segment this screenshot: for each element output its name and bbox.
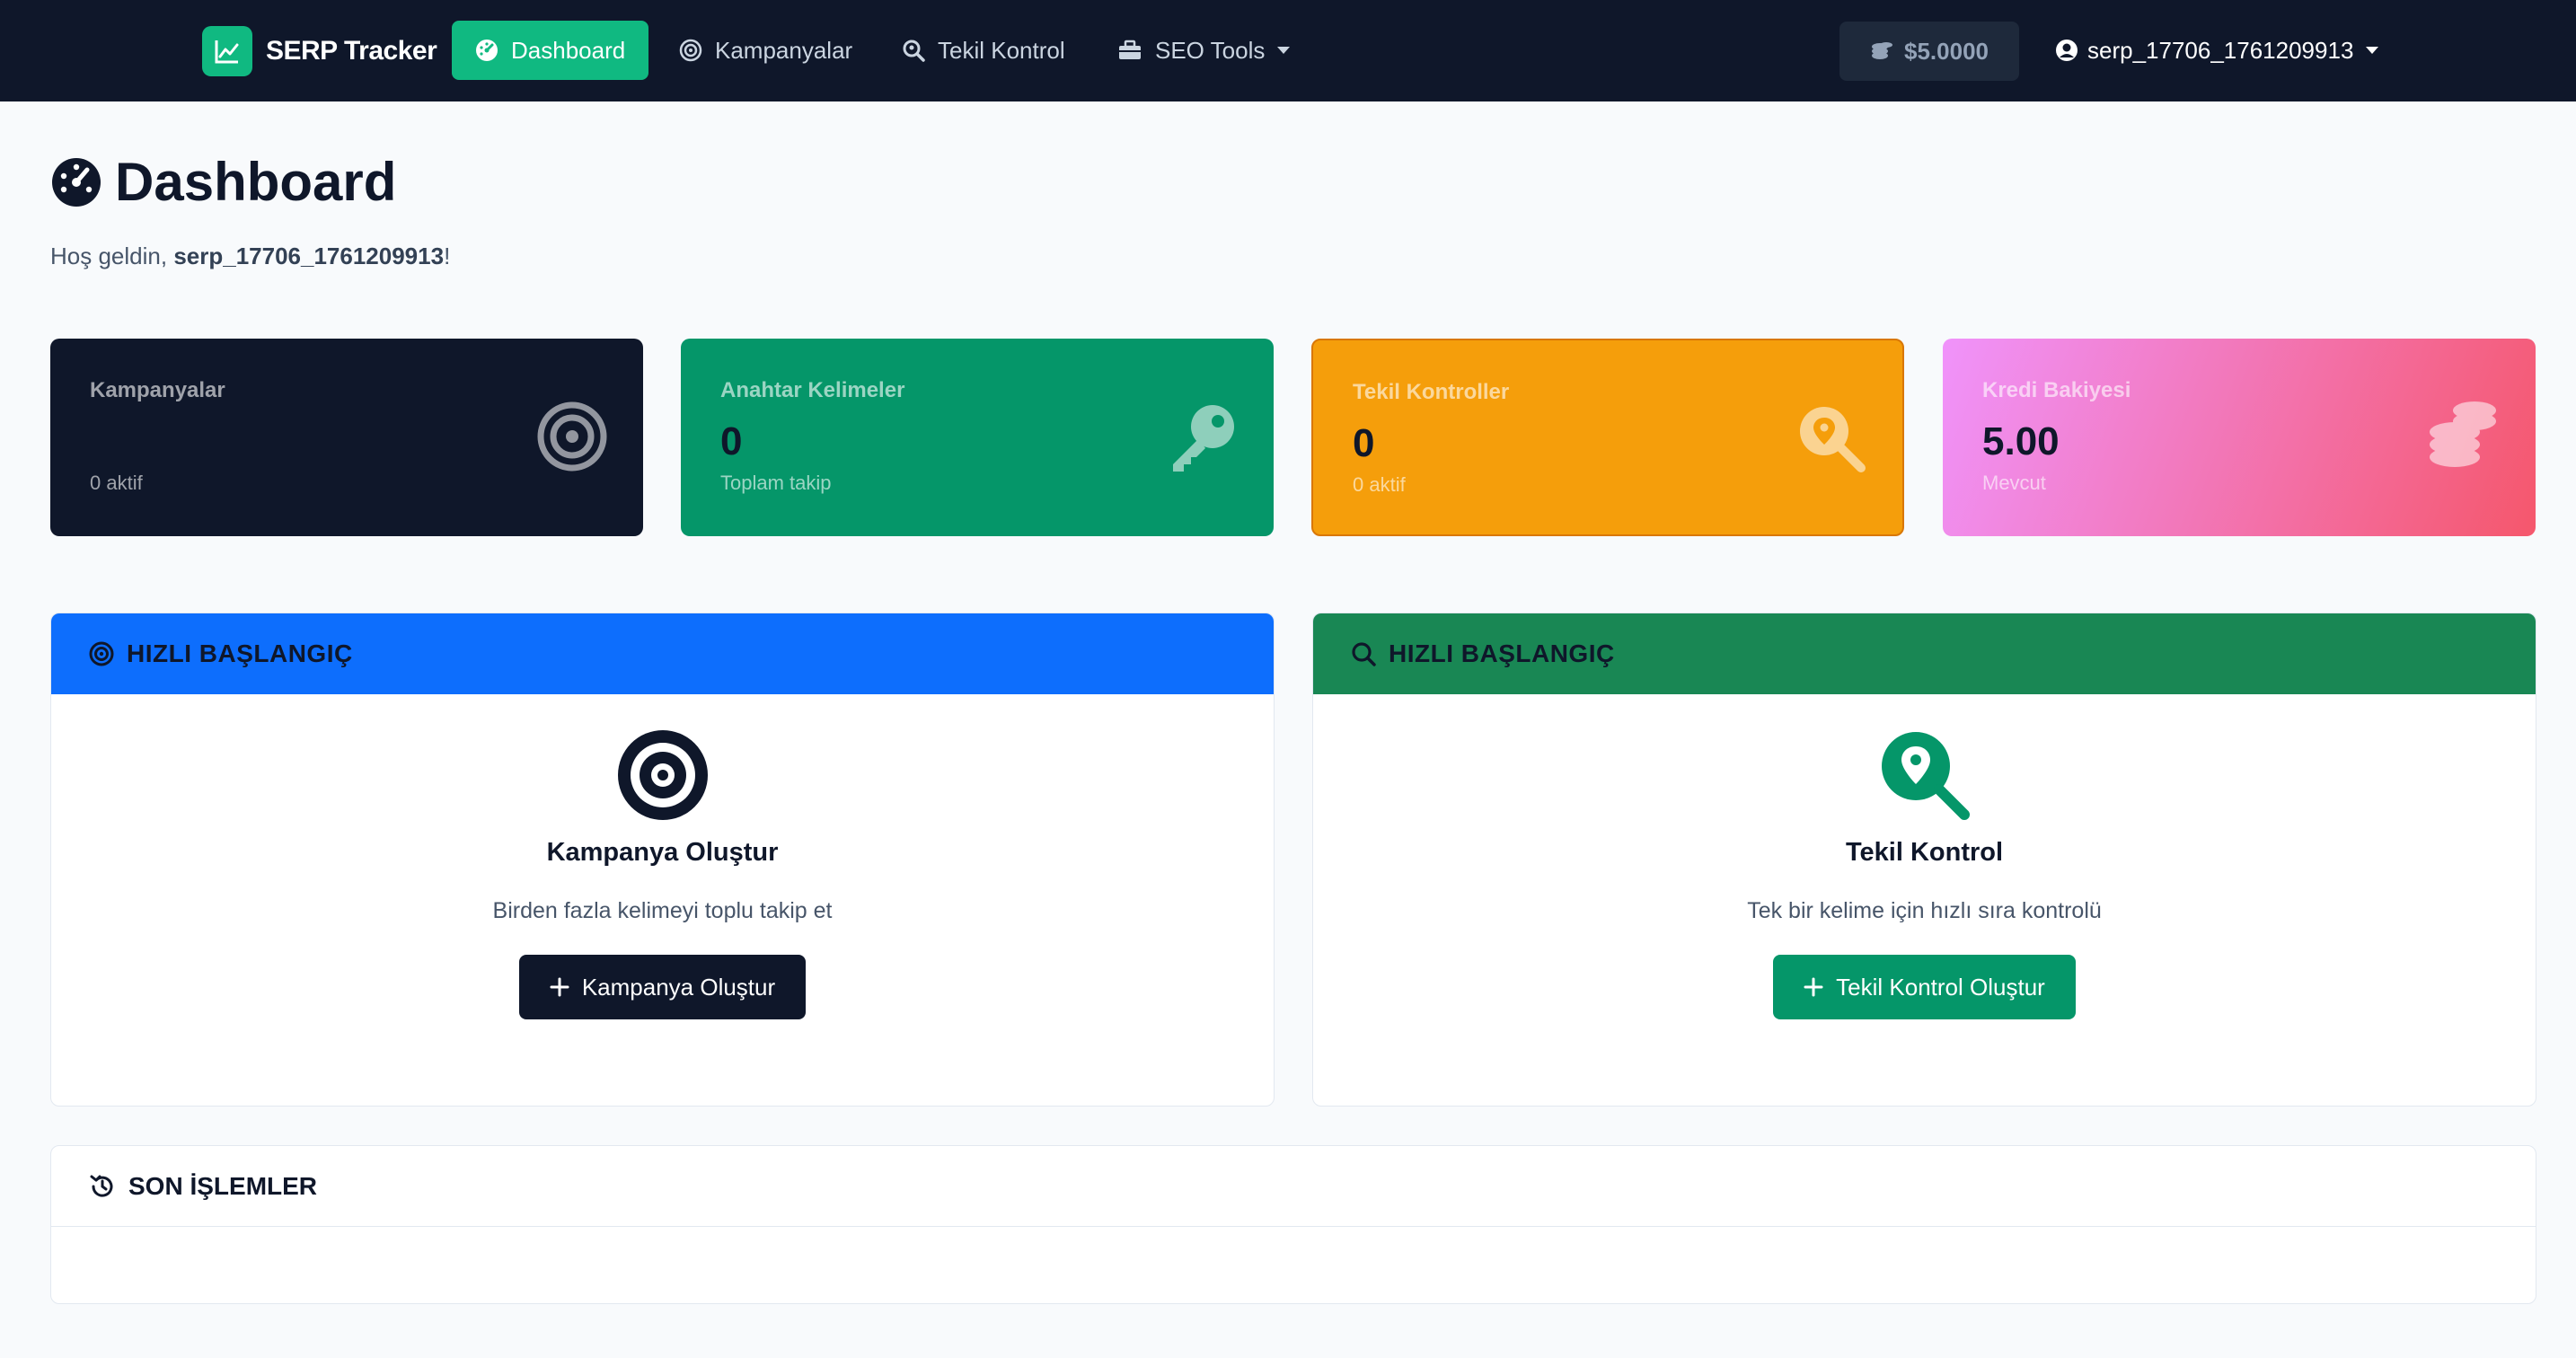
panel-header: HIZLI BAŞLANGIÇ	[1313, 613, 2536, 694]
plus-icon	[1804, 977, 1823, 997]
quick-start-campaign-panel: HIZLI BAŞLANGIÇ Kampanya Oluştur Birden …	[50, 613, 1275, 1107]
stat-value: 5.00	[1982, 419, 2060, 463]
gauge-icon	[476, 40, 498, 61]
target-icon	[89, 641, 114, 666]
stat-value: 0	[720, 419, 743, 463]
panel-header-text: HIZLI BAŞLANGIÇ	[127, 639, 353, 667]
toolbox-icon	[1119, 40, 1141, 59]
search-icon	[1352, 642, 1376, 666]
coins-icon	[2426, 401, 2500, 478]
panel-header-text: SON İŞLEMLER	[128, 1171, 318, 1200]
search-location-icon	[1313, 730, 2536, 820]
page-title: Dashboard	[50, 151, 396, 213]
stat-value	[90, 419, 604, 464]
user-name: serp_17706_1761209913	[2087, 36, 2354, 64]
create-single-check-button-label: Tekil Kontrol Oluştur	[1836, 973, 2045, 1001]
create-campaign-button-label: Kampanya Oluştur	[581, 973, 776, 1001]
nav-kampanyalar[interactable]: Kampanyalar	[656, 21, 876, 80]
bullseye-icon	[51, 730, 1274, 820]
welcome-message: Hoş geldin, serp_17706_1761209913!	[50, 242, 450, 270]
chevron-down-icon	[2366, 47, 2379, 54]
nav-seo-tools[interactable]: SEO Tools	[1094, 21, 1313, 80]
panel-header: HIZLI BAŞLANGIÇ	[51, 613, 1274, 694]
credit-balance[interactable]: $5.0000	[1839, 22, 2019, 81]
credit-amount: $5.0000	[1904, 37, 1989, 65]
target-icon	[679, 39, 702, 62]
panel-header-text: HIZLI BAŞLANGIÇ	[1389, 639, 1615, 667]
create-single-check-button[interactable]: Tekil Kontrol Oluştur	[1773, 955, 2076, 1019]
recent-activity-panel: SON İŞLEMLER	[50, 1145, 2536, 1304]
stat-label: Kampanyalar	[90, 378, 225, 402]
search-location-icon	[903, 40, 925, 62]
stat-card-tekil-kontroller: Tekil Kontroller 0 0 aktif	[1311, 339, 1904, 536]
brand-name: SERP Tracker	[266, 36, 437, 66]
bullseye-icon	[537, 401, 607, 476]
page-title-text: Dashboard	[115, 152, 397, 212]
stat-value: 0	[1353, 421, 1375, 465]
panel-header: SON İŞLEMLER	[51, 1146, 2536, 1227]
stat-sub: Toplam takip	[720, 472, 832, 494]
user-circle-icon	[2056, 40, 2078, 61]
search-location-icon	[1796, 403, 1866, 478]
create-campaign-button[interactable]: Kampanya Oluştur	[518, 955, 807, 1019]
key-icon	[1166, 401, 1238, 478]
stat-card-anahtar-kelimeler: Anahtar Kelimeler 0 Toplam takip	[681, 339, 1274, 536]
stat-label: Kredi Bakiyesi	[1982, 378, 2131, 402]
welcome-username: serp_17706_1761209913	[173, 242, 445, 269]
stat-sub: 0 aktif	[1353, 473, 1406, 496]
coins-icon	[1872, 42, 1892, 59]
quick-start-single-check-panel: HIZLI BAŞLANGIÇ Tekil Kontrol Tek bir ke…	[1312, 613, 2536, 1107]
welcome-prefix: Hoş geldin,	[50, 242, 174, 269]
panel-description: Birden fazla kelimeyi toplu takip et	[492, 898, 833, 923]
stat-sub: 0 aktif	[90, 472, 143, 494]
stat-label: Anahtar Kelimeler	[720, 378, 905, 402]
navbar: SERP Tracker Dashboard Kampanyalar Tekil…	[0, 0, 2576, 101]
panel-title: Kampanya Oluştur	[546, 838, 779, 867]
panel-title: Tekil Kontrol	[1845, 838, 2004, 867]
stat-card-kampanyalar: Kampanyalar 0 aktif	[50, 339, 643, 536]
welcome-suffix: !	[444, 242, 451, 269]
brand[interactable]: SERP Tracker	[202, 26, 437, 76]
plus-icon	[550, 977, 569, 997]
stat-card-kredi-bakiyesi: Kredi Bakiyesi 5.00 Mevcut	[1943, 339, 2536, 536]
stat-sub: Mevcut	[1982, 472, 2046, 494]
nav-tekil-kontrol-label: Tekil Kontrol	[938, 36, 1065, 64]
stat-label: Tekil Kontroller	[1353, 380, 1510, 404]
nav-kampanyalar-label: Kampanyalar	[715, 36, 853, 64]
chart-line-icon	[202, 26, 252, 76]
user-menu[interactable]: serp_17706_1761209913	[2055, 21, 2379, 80]
nav-tekil-kontrol[interactable]: Tekil Kontrol	[878, 21, 1089, 80]
nav-dashboard[interactable]: Dashboard	[452, 21, 649, 80]
nav-dashboard-label: Dashboard	[511, 36, 626, 64]
history-icon	[90, 1175, 113, 1197]
gauge-icon	[52, 157, 101, 207]
nav-seo-tools-label: SEO Tools	[1155, 36, 1266, 64]
panel-description: Tek bir kelime için hızlı sıra kontrolü	[1747, 898, 2102, 923]
chevron-down-icon	[1277, 47, 1291, 54]
